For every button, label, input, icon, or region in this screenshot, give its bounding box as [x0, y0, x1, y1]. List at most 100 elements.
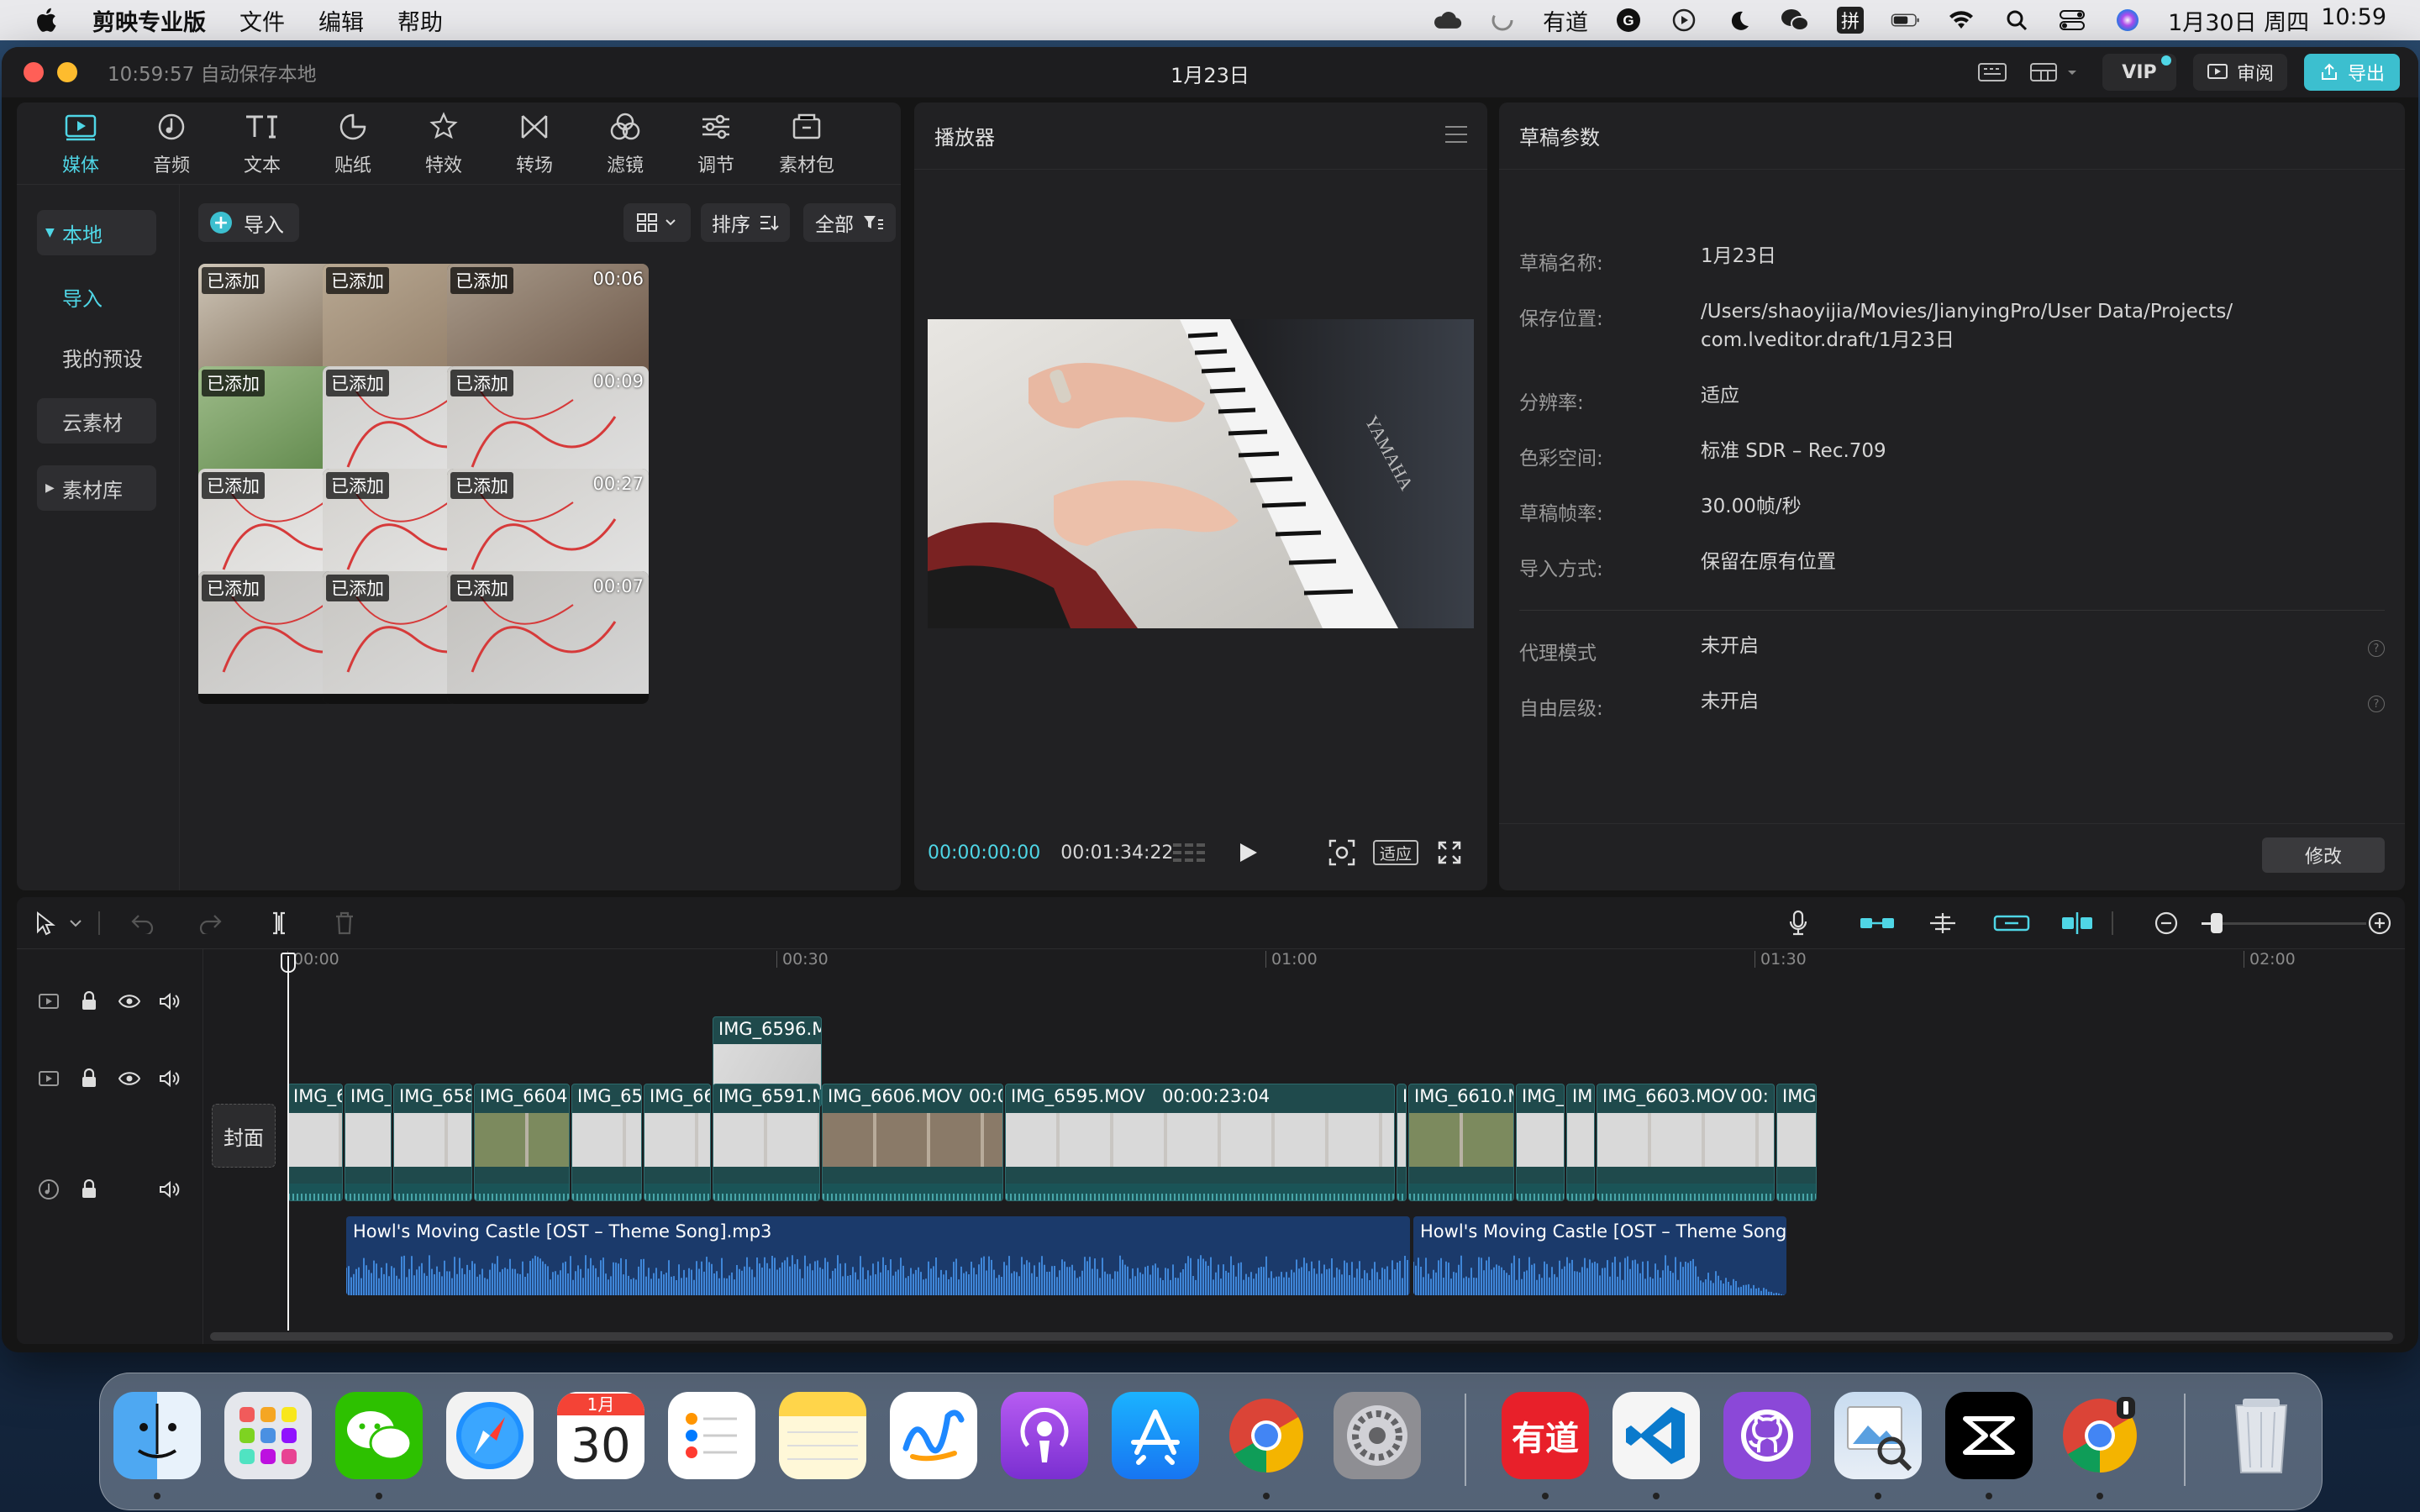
- help-icon[interactable]: ?: [2368, 640, 2385, 657]
- frame-grid-icon[interactable]: [1171, 837, 1208, 869]
- menu-edit[interactable]: 编辑: [318, 4, 364, 37]
- tab-audio[interactable]: 音频: [126, 102, 217, 185]
- tab-filter[interactable]: 滤镜: [580, 102, 671, 185]
- snap-icon[interactable]: [1926, 907, 1960, 939]
- wechat-status-icon[interactable]: [1780, 8, 1810, 33]
- finder-icon[interactable]: [113, 1392, 201, 1479]
- tab-adjust[interactable]: 调节: [671, 102, 761, 185]
- video-clip[interactable]: IM: [1566, 1084, 1595, 1201]
- fullscreen-icon[interactable]: [1437, 837, 1462, 869]
- sort-button[interactable]: 排序: [701, 203, 790, 242]
- preview-axis-icon[interactable]: [2057, 907, 2097, 939]
- video-preview[interactable]: YAMAHA: [928, 319, 1474, 628]
- video-clip[interactable]: IMG_6610.MC: [1408, 1084, 1514, 1201]
- chevron-down-icon[interactable]: [64, 907, 87, 939]
- eye-icon[interactable]: [118, 990, 141, 1013]
- delete-icon[interactable]: [328, 907, 361, 939]
- input-method-icon[interactable]: 拼: [1835, 7, 1865, 34]
- hamburger-menu-icon[interactable]: [1445, 126, 1467, 149]
- zoom-out-icon[interactable]: [2149, 907, 2183, 939]
- control-center-icon[interactable]: [2057, 8, 2087, 33]
- app-store-icon[interactable]: [1112, 1392, 1199, 1479]
- minimize-window-button[interactable]: [57, 62, 77, 82]
- vip-button[interactable]: VIP: [2102, 54, 2176, 91]
- split-icon[interactable]: [262, 907, 296, 939]
- capcut-icon[interactable]: [1945, 1392, 2033, 1479]
- speaker-icon[interactable]: [158, 990, 182, 1013]
- play-icon[interactable]: [1237, 837, 1259, 869]
- tab-transition[interactable]: 转场: [489, 102, 580, 185]
- moon-icon[interactable]: [1724, 8, 1754, 33]
- preview-icon[interactable]: [1834, 1392, 1922, 1479]
- chrome-alt-icon[interactable]: [2056, 1392, 2144, 1479]
- zoom-slider-handle[interactable]: [2210, 913, 2223, 933]
- audio-clip[interactable]: Howl's Moving Castle [OST – Theme Song].…: [346, 1216, 1410, 1295]
- youdao-status[interactable]: 有道: [1543, 4, 1588, 37]
- screenshot-focus-icon[interactable]: [1328, 837, 1356, 869]
- sidebar-item-cloud[interactable]: 云素材: [37, 398, 156, 444]
- reminders-icon[interactable]: [668, 1392, 755, 1479]
- playhead[interactable]: [287, 956, 289, 1331]
- eye-icon[interactable]: [118, 1067, 141, 1090]
- view-mode-button[interactable]: [623, 203, 691, 242]
- video-clip[interactable]: I: [1397, 1084, 1407, 1201]
- export-button[interactable]: 导出: [2303, 54, 2400, 91]
- play-circle-icon[interactable]: [1669, 8, 1699, 33]
- modify-button[interactable]: 修改: [2262, 837, 2385, 873]
- sidebar-item-my-presets[interactable]: 我的预设: [37, 334, 156, 380]
- video-clip[interactable]: IMG_6: [287, 1084, 343, 1201]
- video-clip[interactable]: IMG_6604.I: [474, 1084, 570, 1201]
- speaker-icon[interactable]: [158, 1178, 182, 1201]
- lock-icon[interactable]: [77, 1178, 101, 1201]
- link-main-track-icon[interactable]: [1857, 907, 1897, 939]
- youdao-dict-icon[interactable]: 有道: [1502, 1392, 1589, 1479]
- tab-package[interactable]: 素材包: [761, 102, 852, 185]
- menu-app-name[interactable]: 剪映专业版: [92, 4, 206, 37]
- video-clip[interactable]: IMG_6606.MOV 00:0: [822, 1084, 1003, 1201]
- safari-icon[interactable]: [446, 1392, 534, 1479]
- tab-sticker[interactable]: 贴纸: [308, 102, 398, 185]
- sidebar-item-local[interactable]: ▼ 本地: [37, 210, 156, 255]
- zoom-slider[interactable]: [2202, 913, 2366, 933]
- linkage-icon[interactable]: [1991, 907, 2032, 939]
- vscode-icon[interactable]: [1612, 1392, 1700, 1479]
- keyboard-shortcut-icon[interactable]: [1975, 55, 2010, 89]
- menu-file[interactable]: 文件: [239, 4, 285, 37]
- cover-button[interactable]: 封面: [212, 1104, 276, 1168]
- sidebar-item-library[interactable]: ▶ 素材库: [37, 465, 156, 511]
- chrome-icon[interactable]: [1223, 1392, 1310, 1479]
- lock-icon[interactable]: [77, 1067, 101, 1090]
- video-clip[interactable]: IMG.: [1776, 1084, 1817, 1201]
- microphone-icon[interactable]: [1781, 907, 1815, 939]
- video-clip[interactable]: IMG_6591.MO: [713, 1084, 820, 1201]
- video-clip[interactable]: IMG_658: [393, 1084, 472, 1201]
- select-tool-icon[interactable]: [29, 907, 62, 939]
- video-clip[interactable]: IMG_: [345, 1084, 392, 1201]
- lock-icon[interactable]: [77, 990, 101, 1013]
- media-item[interactable]: 已添加 00:07: [447, 571, 649, 704]
- tab-media[interactable]: 媒体: [35, 102, 126, 185]
- undo-icon[interactable]: [126, 907, 160, 939]
- search-icon[interactable]: [2002, 8, 2032, 33]
- tab-effects[interactable]: 特效: [398, 102, 489, 185]
- zoom-in-icon[interactable]: [2363, 907, 2396, 939]
- video-clip[interactable]: IMG_66: [644, 1084, 711, 1201]
- podcasts-icon[interactable]: [1001, 1392, 1088, 1479]
- sidebar-item-import[interactable]: 导入: [37, 274, 156, 319]
- battery-icon[interactable]: [1891, 8, 1921, 33]
- speaker-icon[interactable]: [158, 1067, 182, 1090]
- notes-icon[interactable]: [779, 1392, 866, 1479]
- audio-clip[interactable]: Howl's Moving Castle [OST – Theme Song].…: [1413, 1216, 1786, 1295]
- siri-icon[interactable]: [2112, 8, 2143, 33]
- video-clip[interactable]: IMG_6603.MOV 00:: [1597, 1084, 1775, 1201]
- menu-help[interactable]: 帮助: [397, 4, 443, 37]
- calendar-icon[interactable]: 1月 30: [557, 1392, 644, 1479]
- trash-icon[interactable]: [2217, 1392, 2305, 1479]
- import-button[interactable]: + 导入: [198, 203, 299, 242]
- cloud-icon[interactable]: [1432, 8, 1462, 33]
- layout-icon[interactable]: [2027, 55, 2086, 89]
- video-clip[interactable]: IMG_(: [1516, 1084, 1565, 1201]
- system-settings-icon[interactable]: [1334, 1392, 1421, 1479]
- review-button[interactable]: 审阅: [2192, 54, 2287, 91]
- fit-ratio-button[interactable]: 适应: [1373, 837, 1419, 869]
